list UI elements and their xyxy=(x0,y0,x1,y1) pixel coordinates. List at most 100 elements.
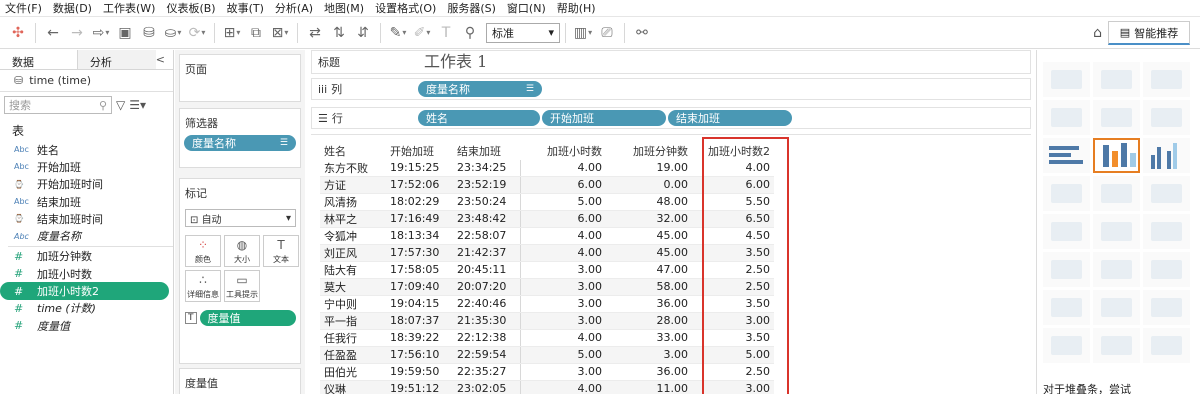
table-row[interactable]: 东方不败 19:15:25 23:34:25 4.00 19.00 4.00 xyxy=(320,159,774,177)
show-cards-icon[interactable]: ▥ xyxy=(573,23,593,43)
symbol-map-thumbnail[interactable] xyxy=(1043,100,1090,135)
field-measure[interactable]: # 加班分钟数 xyxy=(0,248,173,265)
heat-map-thumbnail[interactable] xyxy=(1093,62,1140,97)
table-row[interactable]: 林平之 17:16:49 23:48:42 6.00 32.00 6.50 xyxy=(320,210,774,228)
save-icon[interactable]: ▣ xyxy=(115,23,135,43)
fit-dropdown[interactable]: 标准 ▾ xyxy=(486,22,560,43)
sheet-title[interactable]: 工作表 1 xyxy=(424,48,487,72)
text-button[interactable]: T 文本 xyxy=(263,235,299,267)
refresh-icon[interactable]: ⟳ xyxy=(187,23,207,43)
field-measure-selected[interactable]: # 加班小时数2 xyxy=(0,282,169,300)
menu-help[interactable]: 帮助(H) xyxy=(552,0,602,16)
header-hours[interactable]: 加班小时数 xyxy=(520,143,606,160)
column-pill[interactable]: 度量名称 ☰ xyxy=(418,81,542,97)
dual-combination-thumbnail[interactable] xyxy=(1143,252,1190,287)
header-start[interactable]: 开始加班 xyxy=(386,143,453,160)
box-whisker-thumbnail[interactable] xyxy=(1143,290,1190,325)
row-pill[interactable]: 结束加班 xyxy=(668,110,792,126)
tableau-logo-icon[interactable]: ✣ xyxy=(8,23,28,43)
menu-map[interactable]: 地图(M) xyxy=(319,0,370,16)
mark-pill[interactable]: 度量值 xyxy=(199,310,296,326)
detail-button[interactable]: ∴ 详细信息 xyxy=(185,270,221,302)
area-discrete-thumbnail[interactable] xyxy=(1093,252,1140,287)
highlight-icon[interactable]: ✎ xyxy=(388,23,408,43)
field-dimension[interactable]: Abc 姓名 xyxy=(0,141,173,158)
header-end[interactable]: 结束加班 xyxy=(453,143,520,160)
pin-icon[interactable]: ⚲ xyxy=(460,23,480,43)
pause-update-icon[interactable]: ⛀ xyxy=(163,23,183,43)
table-row[interactable]: 刘正风 17:57:30 21:42:37 4.00 45.00 3.50 xyxy=(320,244,774,262)
swap-icon[interactable]: ⇄ xyxy=(305,23,325,43)
rows-shelf[interactable]: ☰ 行 姓名 开始加班 结束加班 xyxy=(311,107,1031,129)
table-row[interactable]: 仪琳 19:51:12 23:02:05 4.00 11.00 3.00 xyxy=(320,380,774,394)
undo-icon[interactable]: ← xyxy=(43,23,63,43)
menu-analysis[interactable]: 分析(A) xyxy=(270,0,319,16)
share-icon[interactable]: ⚯ xyxy=(632,23,652,43)
header-name[interactable]: 姓名 xyxy=(320,143,386,160)
table-row[interactable]: 平一指 18:07:37 21:35:30 3.00 28.00 3.00 xyxy=(320,312,774,330)
line-discrete-thumbnail[interactable] xyxy=(1093,214,1140,249)
table-row[interactable]: 莫大 17:09:40 20:07:20 3.00 58.00 2.50 xyxy=(320,278,774,296)
header-hours2[interactable]: 加班小时数2 xyxy=(692,143,774,160)
row-pill[interactable]: 开始加班 xyxy=(542,110,666,126)
table-row[interactable]: 田伯光 19:59:50 22:35:27 3.00 36.00 2.50 xyxy=(320,363,774,381)
bullet-graph-thumbnail[interactable] xyxy=(1093,328,1140,363)
collapse-icon[interactable]: < xyxy=(156,50,173,69)
scatter-plot-thumbnail[interactable] xyxy=(1043,290,1090,325)
text-table-thumbnail[interactable] xyxy=(1043,62,1090,97)
sort-descending-icon[interactable]: ⇵ xyxy=(353,23,373,43)
packed-bubbles-thumbnail[interactable] xyxy=(1143,328,1190,363)
circle-view-thumbnail[interactable] xyxy=(1093,176,1140,211)
group-icon[interactable]: ✐ xyxy=(412,23,432,43)
menu-data[interactable]: 数据(D) xyxy=(48,0,98,16)
pie-chart-thumbnail[interactable] xyxy=(1143,100,1190,135)
field-dimension[interactable]: Abc 开始加班 xyxy=(0,158,173,175)
field-dimension[interactable]: Abc 结束加班 xyxy=(0,193,173,210)
redo-icon[interactable]: → xyxy=(67,23,87,43)
duplicate-icon[interactable]: ⧉ xyxy=(246,23,266,43)
tab-analysis[interactable]: 分析 xyxy=(77,50,156,69)
menu-worksheet[interactable]: 工作表(W) xyxy=(98,0,161,16)
view-options-icon[interactable]: ☰▾ xyxy=(129,98,146,112)
stacked-bar-thumbnail[interactable] xyxy=(1093,138,1140,173)
treemap-thumbnail[interactable] xyxy=(1043,176,1090,211)
field-measure[interactable]: # 加班小时数 xyxy=(0,265,173,282)
show-me-button[interactable]: ▤ 智能推荐 xyxy=(1108,21,1190,45)
label-icon[interactable]: T xyxy=(436,23,456,43)
size-button[interactable]: ◍ 大小 xyxy=(224,235,260,267)
table-row[interactable]: 方证 17:52:06 23:52:19 6.00 0.00 6.00 xyxy=(320,176,774,194)
color-button[interactable]: ⁘ 颜色 xyxy=(185,235,221,267)
columns-shelf[interactable]: iii 列 度量名称 ☰ xyxy=(311,78,1031,100)
mark-type-dropdown[interactable]: ⊡ 自动 ▾ xyxy=(185,209,296,227)
horizontal-bar-thumbnail[interactable] xyxy=(1043,138,1090,173)
highlight-table-thumbnail[interactable] xyxy=(1143,62,1190,97)
menu-dashboard[interactable]: 仪表板(B) xyxy=(161,0,221,16)
menu-format[interactable]: 设置格式(O) xyxy=(370,0,442,16)
field-measure[interactable]: # time (计数) xyxy=(0,300,173,317)
field-measure[interactable]: # 度量值 xyxy=(0,317,173,334)
side-by-side-bar-thumbnail[interactable] xyxy=(1143,138,1190,173)
filter-pill[interactable]: 度量名称 ☰ xyxy=(184,135,296,151)
table-row[interactable]: 风清扬 18:02:29 23:50:24 5.00 48.00 5.50 xyxy=(320,193,774,211)
new-datasource-icon[interactable]: ⛁ xyxy=(139,23,159,43)
new-worksheet-icon[interactable]: ⊞ xyxy=(222,23,242,43)
presentation-icon[interactable]: ⎚ xyxy=(597,23,617,43)
format-painter-icon[interactable]: ⌂ xyxy=(1093,25,1102,41)
tab-data[interactable]: 数据 xyxy=(0,50,78,69)
table-row[interactable]: 任盈盈 17:56:10 22:59:54 5.00 3.00 5.00 xyxy=(320,346,774,364)
table-row[interactable]: 任我行 18:39:22 22:12:38 4.00 33.00 3.50 xyxy=(320,329,774,347)
pages-card[interactable]: 页面 xyxy=(179,54,301,102)
table-row[interactable]: 陆大有 17:58:05 20:45:11 3.00 47.00 2.50 xyxy=(320,261,774,279)
replay-icon[interactable]: ⇨ xyxy=(91,23,111,43)
search-input[interactable]: 搜索 ⚲ xyxy=(4,96,112,114)
histogram-thumbnail[interactable] xyxy=(1093,290,1140,325)
header-minutes[interactable]: 加班分钟数 xyxy=(606,143,692,160)
field-dimension[interactable]: ⌚ 结束加班时间 xyxy=(0,210,173,227)
menu-window[interactable]: 窗口(N) xyxy=(502,0,552,16)
gantt-thumbnail[interactable] xyxy=(1043,328,1090,363)
table-row[interactable]: 宁中则 19:04:15 22:40:46 3.00 36.00 3.50 xyxy=(320,295,774,313)
area-continuous-thumbnail[interactable] xyxy=(1043,252,1090,287)
dual-line-thumbnail[interactable] xyxy=(1143,214,1190,249)
filled-map-thumbnail[interactable] xyxy=(1093,100,1140,135)
menu-file[interactable]: 文件(F) xyxy=(0,0,48,16)
